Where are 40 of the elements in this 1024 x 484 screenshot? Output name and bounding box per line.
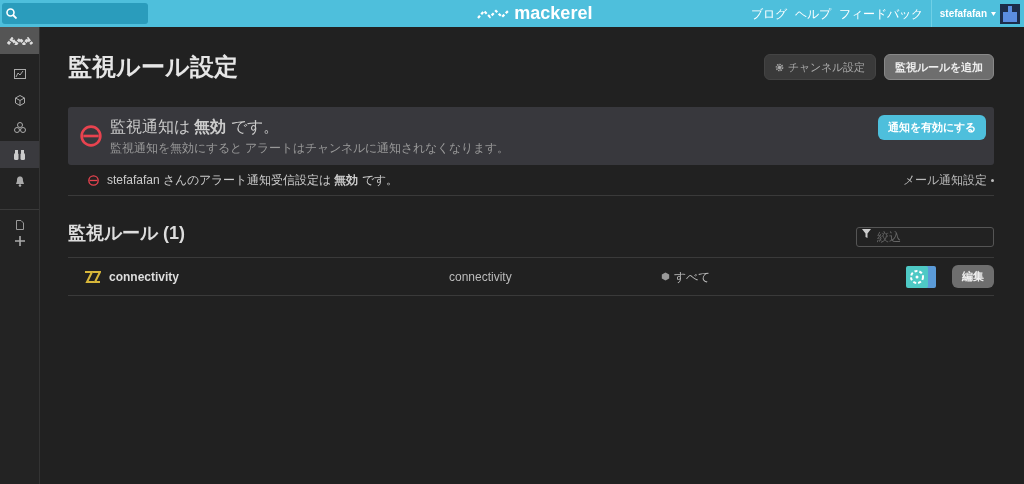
gear-icon bbox=[775, 62, 784, 72]
nav-link[interactable]: フィードバック bbox=[838, 4, 923, 23]
disabled-icon bbox=[80, 125, 102, 147]
avatar-icon[interactable] bbox=[1000, 3, 1020, 24]
nav-link[interactable]: ブログ bbox=[750, 4, 787, 23]
document-icon bbox=[15, 220, 24, 230]
cubes-icon bbox=[13, 122, 26, 133]
filter-icon bbox=[862, 228, 871, 238]
channel-icons-drawing bbox=[906, 265, 936, 288]
alert-title: 監視通知は 無効 です。 bbox=[110, 117, 280, 137]
search-field[interactable] bbox=[2, 3, 148, 24]
add-rule-button[interactable]: 監視ルールを追加 bbox=[884, 53, 994, 81]
org-switcher[interactable] bbox=[0, 27, 39, 54]
graph-icon bbox=[13, 68, 26, 79]
bolt-icon bbox=[84, 270, 101, 283]
cube-icon bbox=[14, 95, 25, 106]
rule-type: connectivity bbox=[449, 268, 513, 286]
bell-icon bbox=[14, 176, 25, 187]
plus-icon bbox=[14, 236, 25, 246]
edit-button[interactable]: 編集 bbox=[952, 265, 994, 288]
email-settings-link[interactable]: メール通知設定 bbox=[903, 171, 987, 189]
notice-text: stefafafan さんのアラート通知受信設定は 無効 です。 bbox=[107, 172, 398, 189]
org-logo-icon bbox=[6, 36, 33, 45]
logo-text[interactable]: mackerel bbox=[514, 0, 593, 27]
user-menu[interactable]: stefafafan bbox=[939, 6, 987, 21]
cube-icon bbox=[661, 272, 670, 281]
rule-name[interactable]: connectivity bbox=[109, 267, 449, 286]
section-heading: 監視ルール (1) bbox=[68, 222, 185, 245]
page-title: 監視ルール設定 bbox=[68, 52, 238, 82]
sidebar-item[interactable] bbox=[0, 141, 39, 168]
nav-link[interactable]: ヘルプ bbox=[794, 4, 831, 23]
alert-description: 監視通知を無効にすると アラートはチャンネルに通知されなくなります。 bbox=[110, 140, 510, 157]
rule-scope: すべて bbox=[674, 268, 710, 286]
binoculars-icon bbox=[13, 149, 26, 160]
channel-settings-button[interactable]: チャンネル設定 bbox=[764, 53, 876, 81]
enable-notifications-button[interactable]: 通知を有効にする bbox=[878, 115, 986, 140]
search-icon bbox=[6, 8, 17, 19]
filter-field[interactable]: 絞込 bbox=[856, 226, 994, 247]
logo-icon bbox=[476, 7, 511, 20]
disabled-icon bbox=[88, 174, 99, 186]
